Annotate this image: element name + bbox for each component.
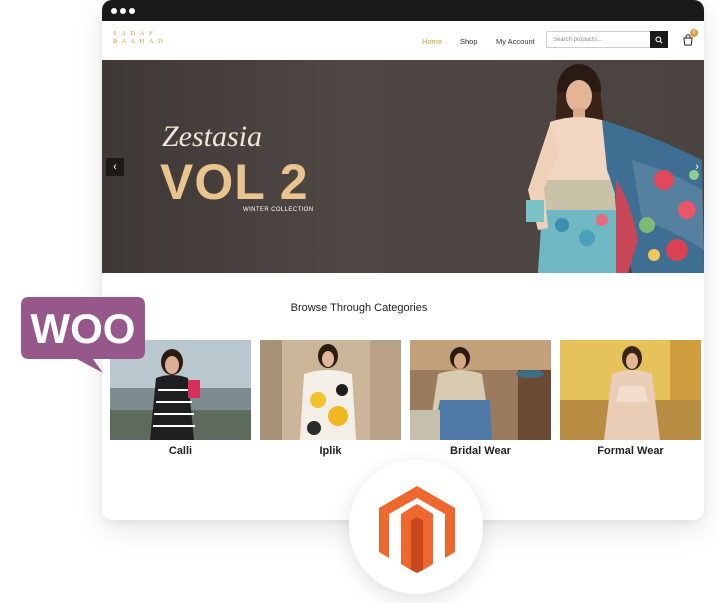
nav-my-account[interactable]: My Account [496,37,535,46]
category-image-iplik[interactable] [260,340,401,440]
chevron-left-icon: ‹ [113,161,117,173]
magento-logo [379,486,455,573]
search-button[interactable] [650,31,668,48]
chevron-right-icon: › [695,161,699,173]
category-label-iplik[interactable]: Iplik [260,445,401,457]
category-image-formal-wear[interactable] [560,340,701,440]
window-dot-close[interactable] [111,8,117,14]
hero-model-image [526,64,704,273]
woo-text: WOO [31,305,136,352]
browser-window: SADAF RASHAD Home Shop My Account 0 Zest… [102,0,704,520]
category-image-bridal-wear[interactable] [410,340,551,440]
nav-home[interactable]: Home [422,37,442,46]
hero-prev-arrow[interactable]: ‹ [106,158,124,176]
hero-title: VOL 2 [160,154,309,210]
hero-next-arrow[interactable]: › [688,158,704,176]
site-logo[interactable]: SADAF RASHAD [113,30,173,46]
window-titlebar [102,0,704,21]
site-header: SADAF RASHAD Home Shop My Account 0 [102,21,704,60]
window-dot-minimize[interactable] [120,8,126,14]
hero-banner: Zestasia VOL 2 WINTER COLLECTION ‹ › [102,60,704,273]
woocommerce-logo: WOO [21,297,145,373]
cart-count-badge: 0 [690,29,698,37]
category-label-bridal-wear[interactable]: Bridal Wear [410,445,551,457]
category-label-calli[interactable]: Calli [110,445,251,457]
hero-subtitle: WINTER COLLECTION [243,207,314,213]
search-input[interactable] [546,31,650,48]
hero-script-text: Zestasia [162,120,263,153]
nav-shop[interactable]: Shop [460,37,478,46]
window-dot-maximize[interactable] [129,8,135,14]
category-label-formal-wear[interactable]: Formal Wear [560,445,701,457]
search-icon [655,35,663,44]
